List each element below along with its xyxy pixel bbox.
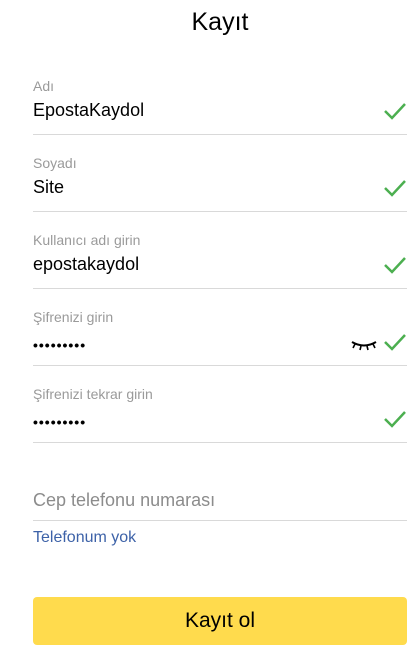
last-name-label: Soyadı: [33, 155, 77, 171]
first-name-field[interactable]: Adı EpostaKaydol: [33, 78, 407, 135]
first-name-label: Adı: [33, 78, 55, 94]
phone-input[interactable]: Cep telefonu numarası: [33, 490, 215, 511]
check-icon: [384, 180, 406, 197]
check-icon: [384, 103, 406, 120]
last-name-field[interactable]: Soyadı Site: [33, 155, 407, 212]
password-repeat-input[interactable]: •••••••••: [33, 414, 86, 430]
check-icon: [384, 334, 406, 351]
password-repeat-field[interactable]: Şifrenizi tekrar girin •••••••••: [33, 386, 407, 443]
page-title: Kayıt: [191, 8, 249, 36]
last-name-input[interactable]: Site: [33, 177, 64, 198]
password-input[interactable]: •••••••••: [33, 337, 86, 353]
check-icon: [384, 257, 406, 274]
password-field[interactable]: Şifrenizi girin •••••••••: [33, 309, 407, 366]
eye-closed-icon[interactable]: [351, 339, 377, 351]
register-button[interactable]: Kayıt ol: [33, 597, 407, 645]
username-label: Kullanıcı adı girin: [33, 232, 141, 248]
password-label: Şifrenizi girin: [33, 309, 114, 325]
check-icon: [384, 411, 406, 428]
phone-field[interactable]: Cep telefonu numarası: [33, 478, 407, 521]
username-input[interactable]: epostakaydol: [33, 254, 139, 275]
username-field[interactable]: Kullanıcı adı girin epostakaydol: [33, 232, 407, 289]
password-repeat-label: Şifrenizi tekrar girin: [33, 386, 153, 402]
first-name-input[interactable]: EpostaKaydol: [33, 100, 144, 121]
no-phone-link[interactable]: Telefonum yok: [33, 529, 136, 547]
